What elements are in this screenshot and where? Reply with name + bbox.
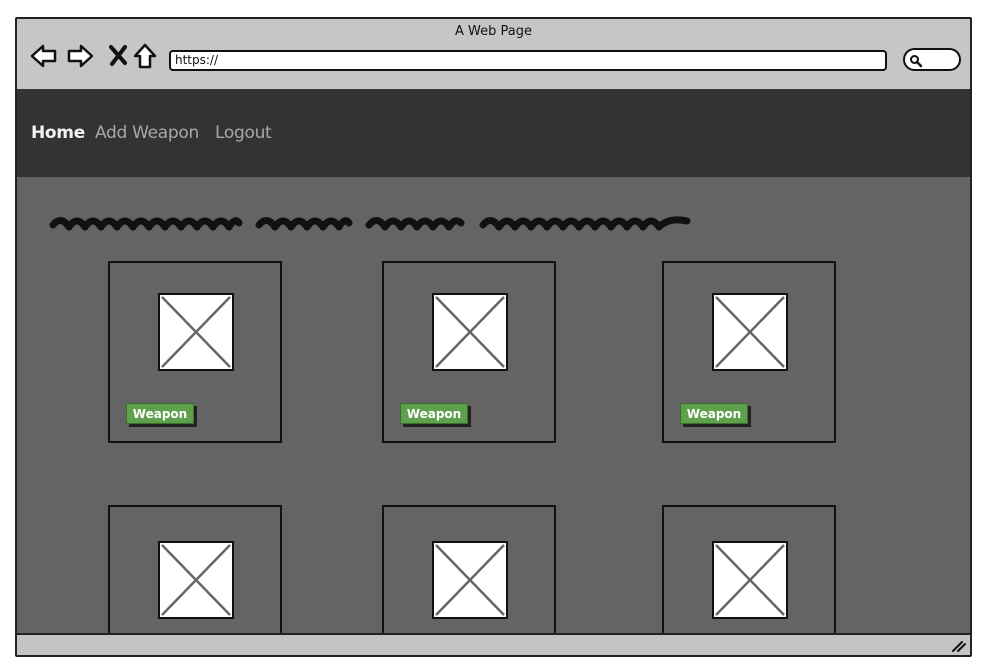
image-placeholder-icon <box>158 293 234 371</box>
image-placeholder-icon <box>432 293 508 371</box>
main-content: Weapon Weapon Weapon <box>17 177 970 633</box>
back-arrow-icon[interactable] <box>29 41 59 71</box>
image-placeholder-icon <box>712 293 788 371</box>
site-navbar: Home Add Weapon Logout <box>17 89 970 177</box>
page-title: A Web Page <box>455 24 532 39</box>
weapon-button[interactable]: Weapon <box>400 403 468 424</box>
image-placeholder-icon <box>712 541 788 619</box>
browser-titlebar: A Web Page https:// <box>17 19 970 89</box>
heading-placeholder-scribble <box>49 216 691 231</box>
nav-home-link[interactable]: Home <box>31 123 85 143</box>
weapon-card[interactable] <box>382 505 556 633</box>
forward-arrow-icon[interactable] <box>65 41 95 71</box>
weapon-card[interactable]: Weapon <box>662 261 836 443</box>
weapon-card[interactable]: Weapon <box>108 261 282 443</box>
image-placeholder-icon <box>432 541 508 619</box>
search-icon <box>910 55 923 68</box>
weapon-button[interactable]: Weapon <box>126 403 194 424</box>
search-button[interactable] <box>903 48 961 71</box>
weapon-card[interactable]: Weapon <box>382 261 556 443</box>
resize-grip-icon[interactable] <box>950 639 966 653</box>
url-bar[interactable]: https:// <box>169 50 887 71</box>
weapon-card[interactable] <box>108 505 282 633</box>
browser-statusbar <box>17 633 970 655</box>
nav-logout-link[interactable]: Logout <box>215 123 272 143</box>
weapon-button[interactable]: Weapon <box>680 403 748 424</box>
browser-window: A Web Page https:// Home Add Weapon Logo… <box>15 17 972 657</box>
image-placeholder-icon <box>158 541 234 619</box>
weapon-card[interactable] <box>662 505 836 633</box>
home-icon[interactable] <box>131 41 161 71</box>
nav-add-weapon-link[interactable]: Add Weapon <box>95 123 199 143</box>
